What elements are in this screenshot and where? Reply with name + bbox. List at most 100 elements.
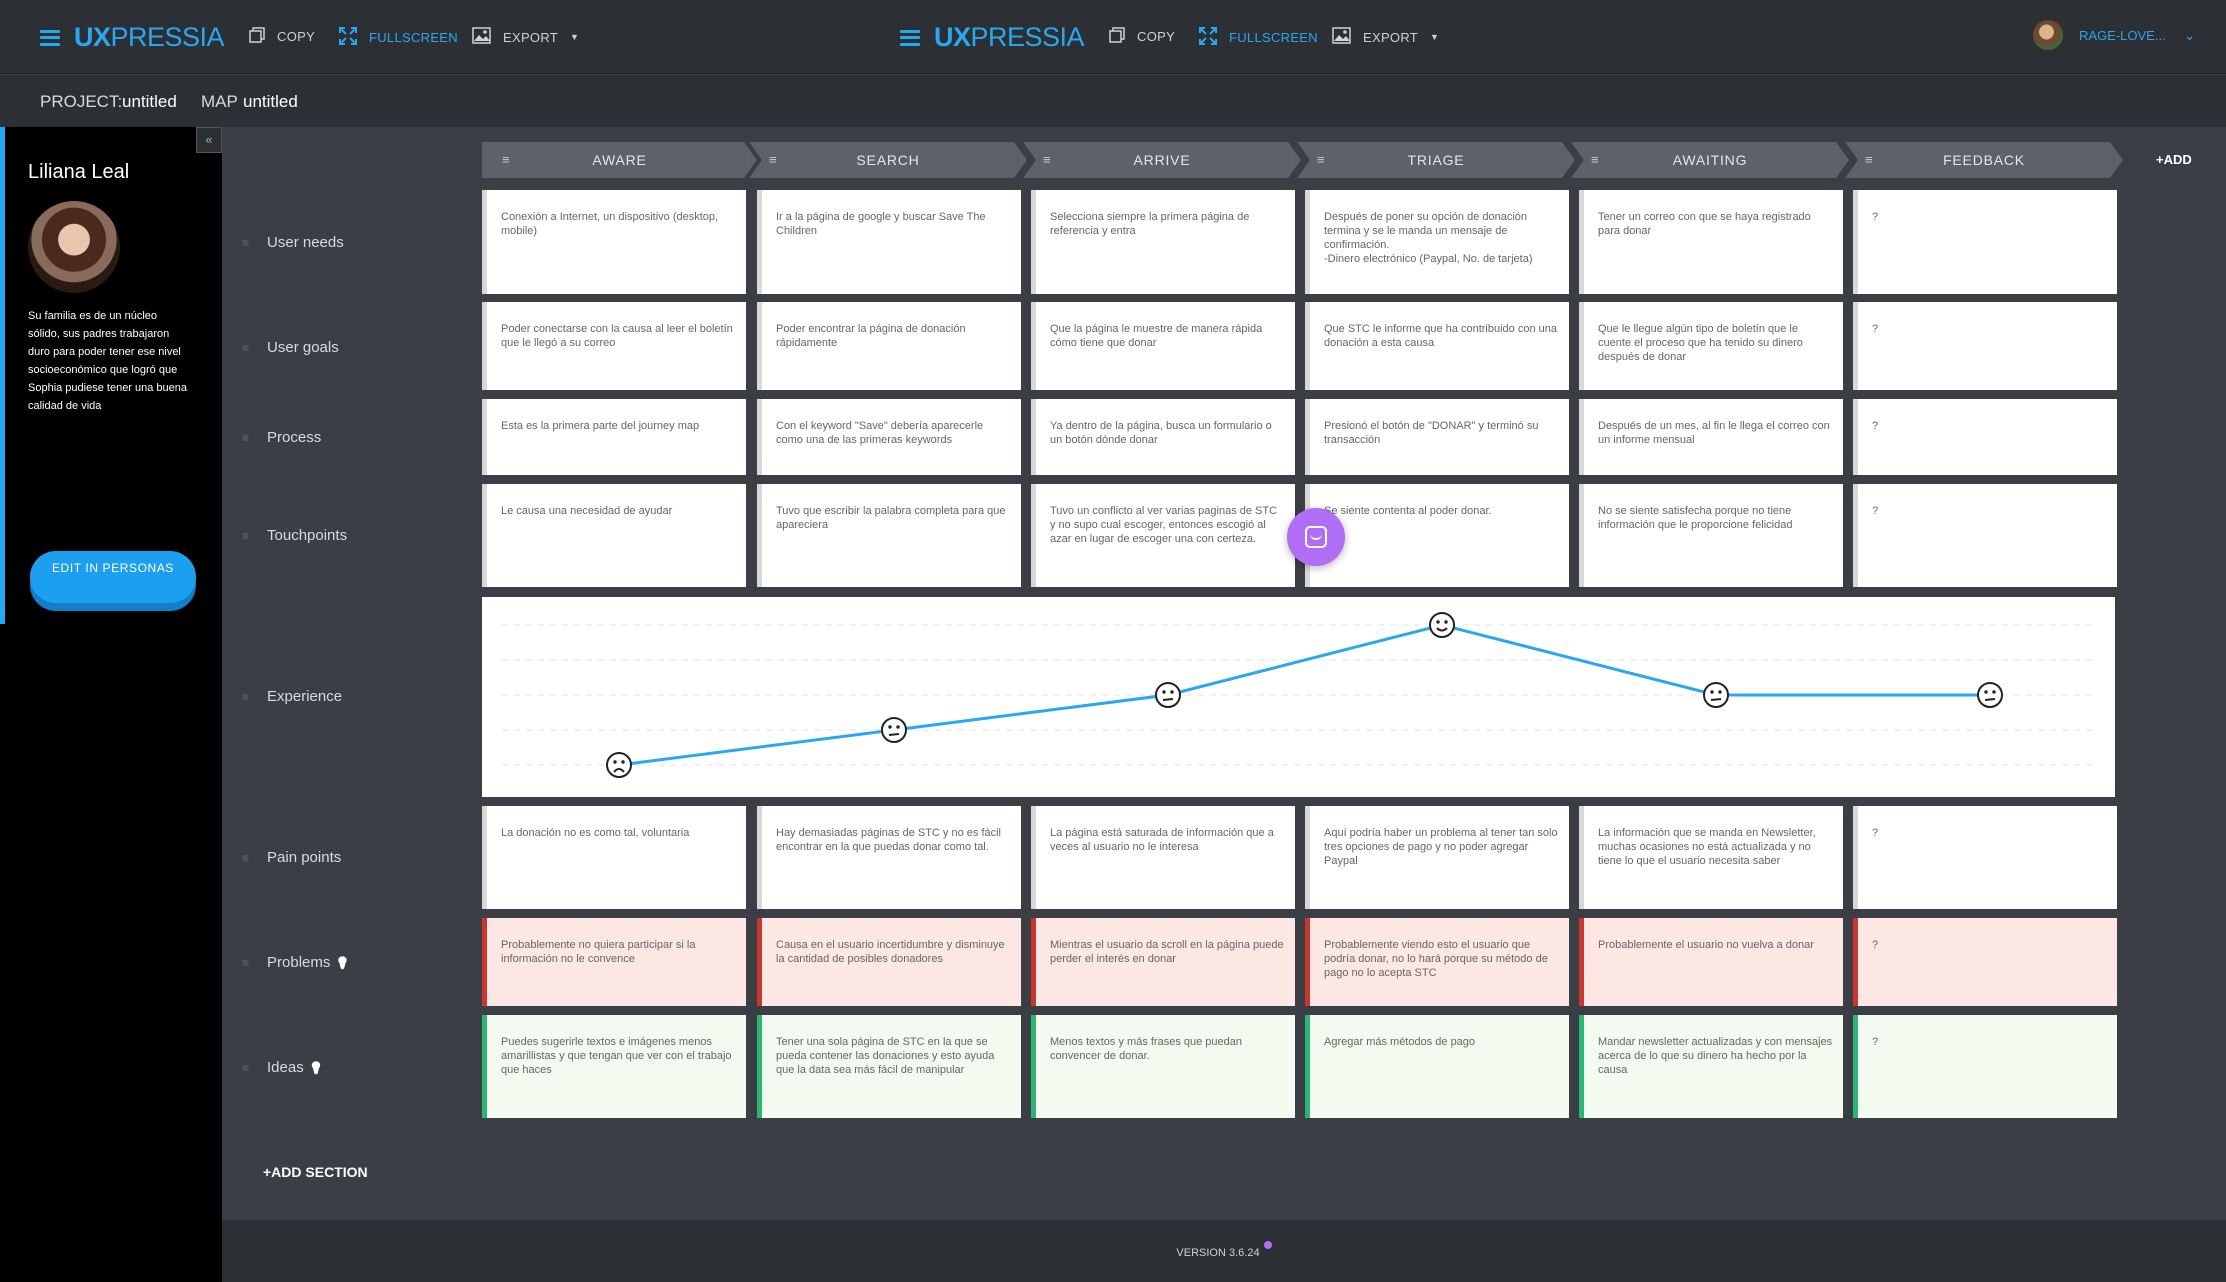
cell-touchpoints-awaiting[interactable]: No se siente satisfecha porque no tiene … — [1579, 484, 1843, 587]
fullscreen-icon — [339, 27, 357, 48]
phase-triage[interactable]: ≡ TRIAGE — [1297, 142, 1575, 178]
cell-touchpoints-aware[interactable]: Le causa una necesidad de ayudar — [482, 484, 746, 587]
cell-ideas-aware[interactable]: Puedes sugerirle textos e imágenes menos… — [482, 1015, 746, 1118]
drag-handle-icon[interactable]: ≡ — [1317, 142, 1325, 178]
chat-widget-button[interactable] — [1287, 508, 1345, 566]
drag-handle-icon[interactable]: ≡ — [242, 851, 249, 865]
phase-search[interactable]: ≡ SEARCH — [749, 142, 1027, 178]
row-label-ideas[interactable]: ≡ Ideas 💡 — [242, 1059, 324, 1076]
drag-handle-icon[interactable]: ≡ — [502, 142, 510, 178]
app-logo-secondary[interactable]: UX PRESSIA — [900, 22, 1085, 53]
menu-icon[interactable] — [900, 29, 920, 46]
cell-user-goals-feedback[interactable]: ? — [1853, 302, 2117, 390]
cell-problems-aware[interactable]: Probablemente no quiera participar si la… — [482, 918, 746, 1006]
cell-pain-points-search[interactable]: Hay demasiadas páginas de STC y no es fá… — [757, 806, 1021, 909]
drag-handle-icon[interactable]: ≡ — [1865, 142, 1873, 178]
cell-touchpoints-feedback[interactable]: ? — [1853, 484, 2117, 587]
cell-ideas-triage[interactable]: Agregar más métodos de pago — [1305, 1015, 1569, 1118]
cell-user-needs-triage[interactable]: Después de poner su opción de donación t… — [1305, 190, 1569, 294]
cell-user-goals-arrive[interactable]: Que la página le muestre de manera rápid… — [1031, 302, 1295, 390]
cell-ideas-awaiting[interactable]: Mandar newsletter actualizadas y con men… — [1579, 1015, 1843, 1118]
user-name[interactable]: RAGE-LOVE... — [2079, 28, 2166, 43]
cell-user-goals-aware[interactable]: Poder conectarse con la causa al leer el… — [482, 302, 746, 390]
experience-chart[interactable] — [482, 597, 2115, 797]
drag-handle-icon[interactable]: ≡ — [1043, 142, 1051, 178]
cell-user-needs-feedback[interactable]: ? — [1853, 190, 2117, 294]
phase-aware[interactable]: ≡ AWARE — [482, 142, 757, 178]
cell-user-needs-arrive[interactable]: Selecciona siempre la primera página de … — [1031, 190, 1295, 294]
cell-process-triage[interactable]: Presionó el botón de "DONAR" y terminó s… — [1305, 399, 1569, 475]
phase-feedback[interactable]: ≡ FEEDBACK — [1845, 142, 2123, 178]
row-label-experience[interactable]: ≡ Experience — [242, 688, 342, 705]
row-label-text: Experience — [267, 688, 343, 705]
cell-ideas-search[interactable]: Tener una sola página de STC en la que s… — [757, 1015, 1021, 1118]
edit-in-personas-button[interactable]: EDIT IN PERSONAS — [30, 551, 196, 603]
user-menu[interactable]: RAGE-LOVE... ⌄ — [2033, 20, 2195, 50]
chevron-down-icon[interactable]: ⌄ — [2184, 27, 2196, 44]
cell-pain-points-feedback[interactable]: ? — [1853, 806, 2117, 909]
add-section-button[interactable]: +ADD SECTION — [263, 1164, 368, 1180]
drag-handle-icon[interactable]: ≡ — [242, 956, 249, 970]
cell-user-goals-triage[interactable]: Que STC le informe que ha contribuido co… — [1305, 302, 1569, 390]
copy-button-secondary[interactable]: COPY — [1109, 27, 1175, 46]
row-label-process[interactable]: ≡ Process — [242, 429, 321, 446]
cell-pain-points-aware[interactable]: La donación no es como tal, voluntaria — [482, 806, 746, 909]
cell-problems-feedback[interactable]: ? — [1853, 918, 2117, 1006]
row-label-pain-points[interactable]: ≡ Pain points — [242, 849, 341, 866]
phase-arrive[interactable]: ≡ ARRIVE — [1023, 142, 1301, 178]
cell-problems-awaiting[interactable]: Probablemente el usuario no vuelva a don… — [1579, 918, 1843, 1006]
cell-pain-points-arrive[interactable]: La página está saturada de información q… — [1031, 806, 1295, 909]
logo-text-pressia: PRESSIA — [970, 22, 1085, 52]
lightbulb-icon[interactable]: 💡 — [335, 956, 350, 970]
phase-label: AWAITING — [1672, 152, 1748, 168]
row-label-user-needs[interactable]: ≡ User needs — [242, 234, 344, 251]
cell-ideas-feedback[interactable]: ? — [1853, 1015, 2117, 1118]
app-logo[interactable]: UX PRESSIA — [40, 22, 225, 53]
collapse-panel-icon[interactable]: « — [196, 127, 222, 153]
drag-handle-icon[interactable]: ≡ — [1591, 142, 1599, 178]
export-button[interactable]: EXPORT ▼ — [472, 27, 579, 47]
cell-user-goals-awaiting[interactable]: Que le llegue algún tipo de boletín que … — [1579, 302, 1843, 390]
cell-problems-triage[interactable]: Probablemente viendo esto el usuario que… — [1305, 918, 1569, 1006]
cell-user-needs-awaiting[interactable]: Tener un correo con que se haya registra… — [1579, 190, 1843, 294]
cell-user-goals-search[interactable]: Poder encontrar la página de donación rá… — [757, 302, 1021, 390]
drag-handle-icon[interactable]: ≡ — [242, 236, 249, 250]
cell-user-needs-search[interactable]: Ir a la página de google y buscar Save T… — [757, 190, 1021, 294]
cell-process-feedback[interactable]: ? — [1853, 399, 2117, 475]
row-label-text: Touchpoints — [267, 527, 348, 544]
avatar[interactable] — [2033, 20, 2063, 50]
cell-problems-arrive[interactable]: Mientras el usuario da scroll en la pági… — [1031, 918, 1295, 1006]
cell-touchpoints-arrive[interactable]: Tuvo un conflicto al ver varias paginas … — [1031, 484, 1295, 587]
cell-touchpoints-search[interactable]: Tuvo que escribir la palabra completa pa… — [757, 484, 1021, 587]
project-name[interactable]: untitled — [122, 92, 177, 111]
version-label: VERSION 3.6.24 — [1176, 1247, 1260, 1259]
fullscreen-button-secondary[interactable]: FULLSCREEN — [1199, 27, 1318, 48]
export-button-secondary[interactable]: EXPORT ▼ — [1332, 27, 1439, 47]
drag-handle-icon[interactable]: ≡ — [242, 529, 249, 543]
map-name[interactable]: untitled — [243, 92, 298, 111]
caret-down-icon: ▼ — [570, 32, 580, 42]
cell-user-needs-aware[interactable]: Conexión a Internet, un dispositivo (des… — [482, 190, 746, 294]
row-label-problems[interactable]: ≡ Problems 💡 — [242, 954, 350, 971]
drag-handle-icon[interactable]: ≡ — [242, 341, 249, 355]
copy-button[interactable]: COPY — [249, 27, 315, 46]
add-phase-button[interactable]: +ADD — [2156, 152, 2192, 167]
fullscreen-button[interactable]: FULLSCREEN — [339, 27, 458, 48]
drag-handle-icon[interactable]: ≡ — [242, 1061, 249, 1075]
cell-process-awaiting[interactable]: Después de un mes, al fin le llega el co… — [1579, 399, 1843, 475]
cell-pain-points-triage[interactable]: Aquí podría haber un problema al tener t… — [1305, 806, 1569, 909]
cell-pain-points-awaiting[interactable]: La información que se manda en Newslette… — [1579, 806, 1843, 909]
drag-handle-icon[interactable]: ≡ — [242, 690, 249, 704]
cell-process-aware[interactable]: Esta es la primera parte del journey map — [482, 399, 746, 475]
phase-awaiting[interactable]: ≡ AWAITING — [1571, 142, 1849, 178]
cell-process-search[interactable]: Con el keyword "Save" debería aparecerle… — [757, 399, 1021, 475]
lightbulb-icon[interactable]: 💡 — [309, 1061, 324, 1075]
row-label-touchpoints[interactable]: ≡ Touchpoints — [242, 527, 347, 544]
drag-handle-icon[interactable]: ≡ — [769, 142, 777, 178]
cell-problems-search[interactable]: Causa en el usuario incertidumbre y dism… — [757, 918, 1021, 1006]
drag-handle-icon[interactable]: ≡ — [242, 431, 249, 445]
cell-process-arrive[interactable]: Ya dentro de la página, busca un formula… — [1031, 399, 1295, 475]
row-label-user-goals[interactable]: ≡ User goals — [242, 339, 339, 356]
cell-ideas-arrive[interactable]: Menos textos y más frases que puedan con… — [1031, 1015, 1295, 1118]
menu-icon[interactable] — [40, 29, 60, 46]
